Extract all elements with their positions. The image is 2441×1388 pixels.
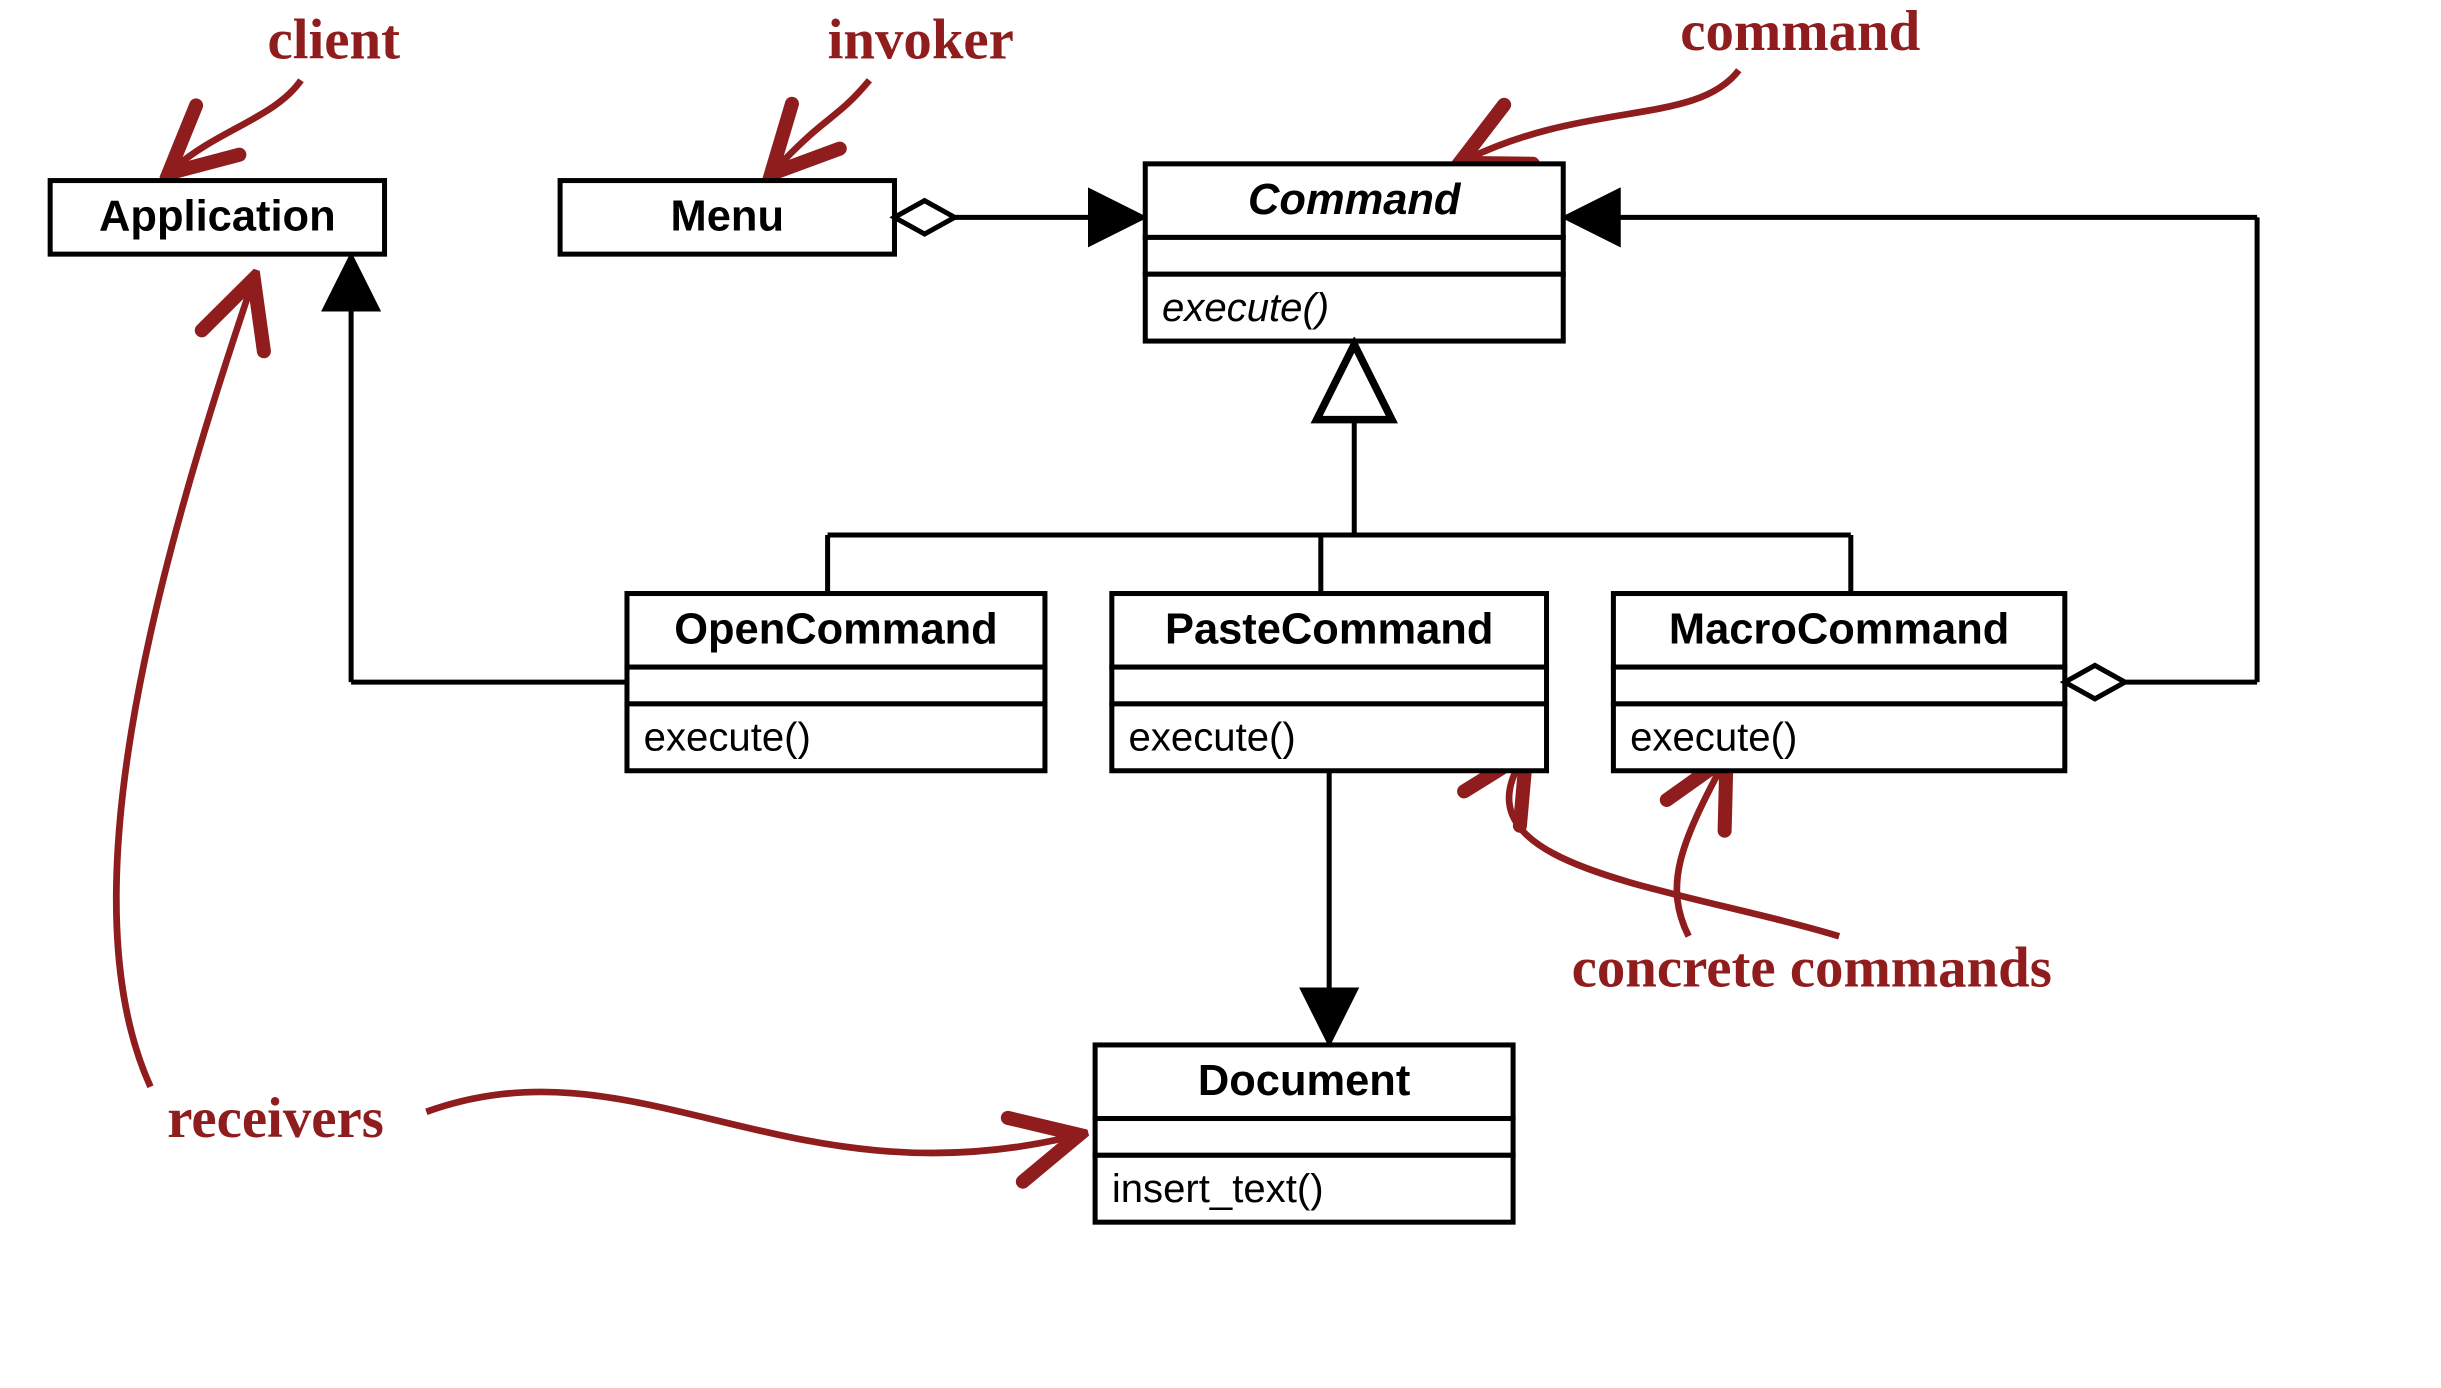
- class-method: execute(): [1162, 285, 1329, 330]
- annotation-arrow: [116, 288, 251, 1087]
- class-method: execute(): [1129, 715, 1296, 760]
- class-paste-command: PasteCommand execute(): [1112, 594, 1547, 771]
- class-name: OpenCommand: [674, 606, 998, 654]
- annotation-receivers: receivers: [167, 1087, 384, 1150]
- annotation-invoker: invoker: [828, 9, 1014, 72]
- annotation-arrow: [426, 1092, 1070, 1153]
- class-name: Command: [1248, 176, 1462, 224]
- class-name: MacroCommand: [1669, 606, 2009, 654]
- class-document: Document insert_text(): [1095, 1045, 1513, 1222]
- annotation-arrow: [176, 80, 301, 167]
- assoc-open-application: [351, 257, 627, 682]
- uml-command-diagram: client invoker command concrete commands…: [0, 0, 2441, 1388]
- class-command: Command execute(): [1145, 164, 1563, 341]
- annotation-arrow: [1468, 70, 1739, 159]
- annotation-arrow: [1509, 761, 1839, 937]
- class-name: Application: [99, 193, 336, 241]
- class-name: PasteCommand: [1165, 606, 1493, 654]
- class-open-command: OpenCommand execute(): [627, 594, 1045, 771]
- class-method: execute(): [1630, 715, 1797, 760]
- annotation-arrow: [777, 80, 869, 167]
- class-method: insert_text(): [1112, 1166, 1324, 1211]
- class-application: Application: [50, 181, 384, 255]
- class-method: execute(): [644, 715, 811, 760]
- class-macro-command: MacroCommand execute(): [1613, 594, 2064, 771]
- class-name: Document: [1198, 1057, 1410, 1105]
- annotation-concrete: concrete commands: [1572, 936, 2052, 999]
- aggregation-menu-command: [894, 201, 1141, 234]
- class-name: Menu: [671, 193, 784, 241]
- class-menu: Menu: [560, 181, 894, 255]
- annotation-arrow: [1677, 766, 1722, 937]
- annotation-command: command: [1680, 0, 1920, 63]
- annotation-client: client: [268, 9, 401, 72]
